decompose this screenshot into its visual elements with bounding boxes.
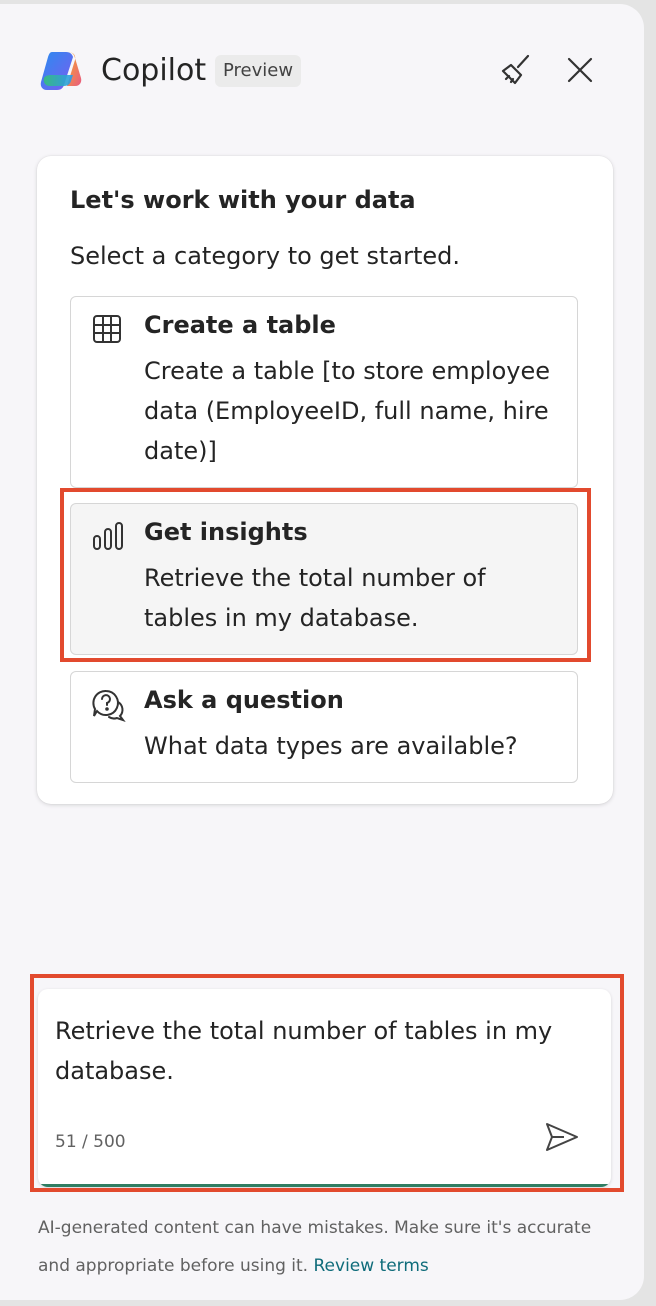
preview-badge: Preview: [215, 55, 302, 87]
close-icon: [565, 55, 595, 89]
prompt-input[interactable]: Retrieve the total number of tables in m…: [55, 1011, 585, 1091]
question-chat-icon: [91, 688, 127, 724]
option-title: Create a table: [144, 311, 336, 339]
send-icon: [544, 1121, 580, 1157]
clear-chat-button[interactable]: [494, 50, 538, 94]
option-description: Retrieve the total number of tables in m…: [144, 564, 486, 632]
option-description: What data types are available?: [144, 732, 518, 760]
character-counter: 51 / 500: [55, 1132, 126, 1152]
option-get-insights[interactable]: Get insights Retrieve the total number o…: [70, 503, 578, 655]
option-title: Get insights: [144, 518, 308, 546]
broom-icon: [498, 52, 534, 92]
review-terms-link[interactable]: Review terms: [314, 1256, 429, 1276]
copilot-panel: Copilot Preview Let's work with your dat…: [0, 4, 644, 1300]
disclaimer: AI-generated content can have mistakes. …: [38, 1209, 618, 1285]
option-title: Ask a question: [144, 686, 344, 714]
close-button[interactable]: [558, 50, 602, 94]
option-ask-question[interactable]: Ask a question What data types are avail…: [70, 671, 578, 783]
table-icon: [91, 313, 127, 349]
copilot-logo-icon: [38, 48, 84, 94]
card-subtitle: Select a category to get started.: [70, 242, 460, 270]
prompt-input-box[interactable]: Retrieve the total number of tables in m…: [38, 989, 611, 1187]
send-button[interactable]: [540, 1117, 584, 1161]
header: Copilot Preview: [38, 44, 604, 100]
app-title: Copilot: [101, 53, 207, 88]
chart-icon: [91, 520, 127, 556]
card-title: Let's work with your data: [70, 186, 416, 214]
option-create-table[interactable]: Create a table Create a table [to store …: [70, 296, 578, 488]
option-description: Create a table [to store employee data (…: [144, 357, 551, 465]
suggestion-card: Let's work with your data Select a categ…: [37, 156, 613, 804]
